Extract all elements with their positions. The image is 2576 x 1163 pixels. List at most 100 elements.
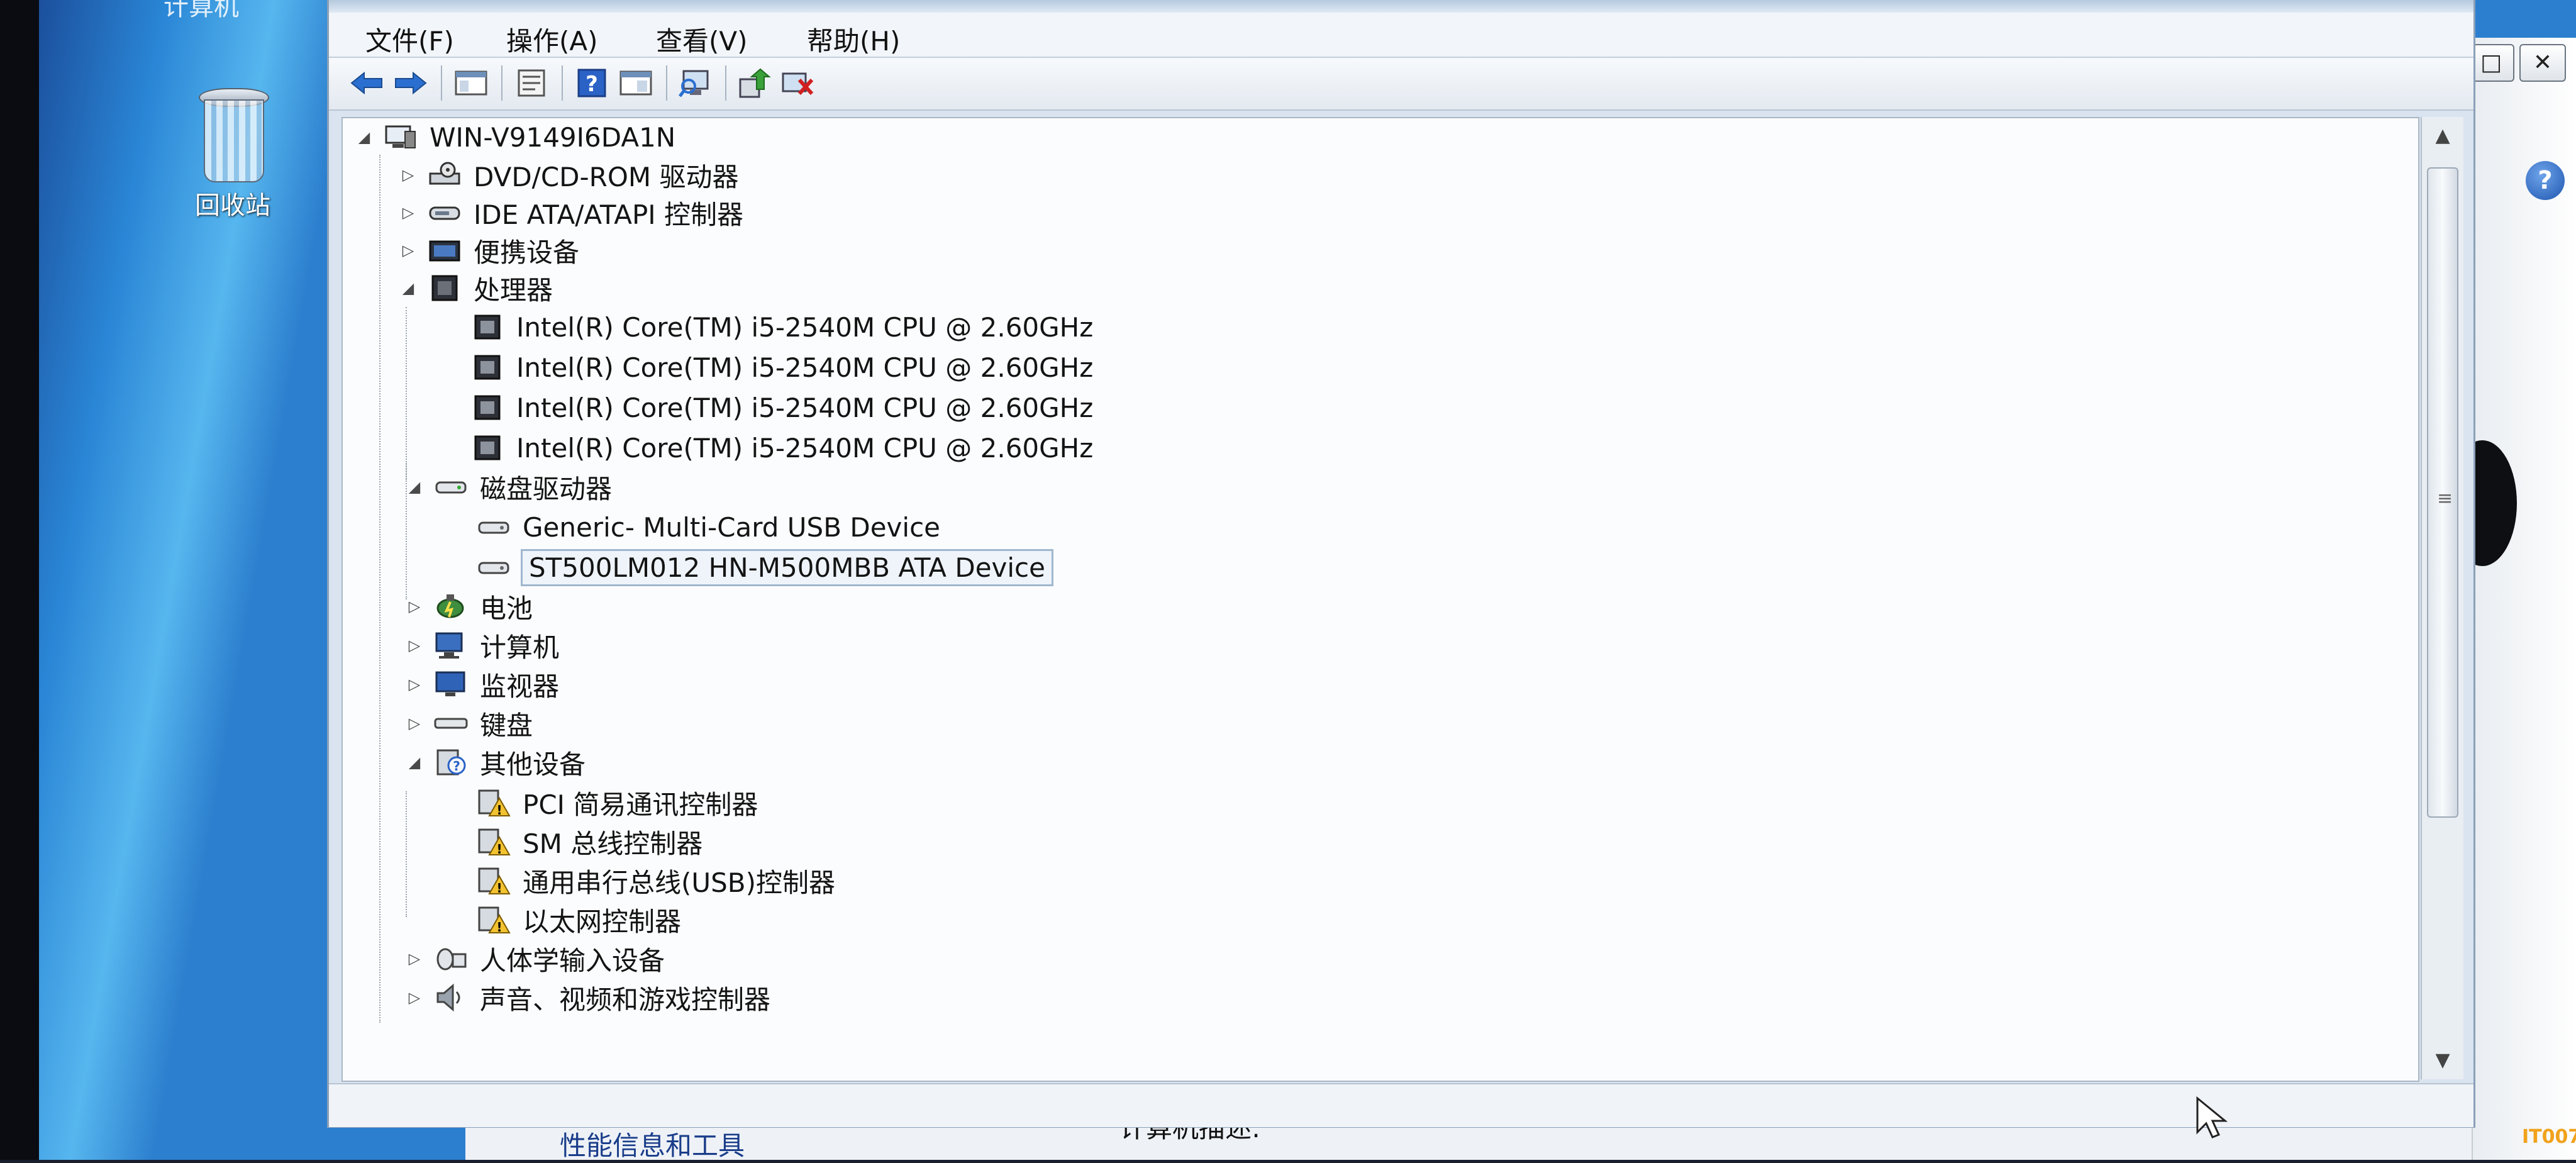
cpu-item[interactable]: Intel(R) Core(TM) i5-2540M CPU @ 2.60GHz — [469, 429, 1093, 467]
root-computer-name: WIN-V9149I6DA1N — [430, 121, 676, 153]
properties-icon[interactable] — [513, 64, 550, 102]
help-icon[interactable]: ? — [573, 64, 611, 102]
other-device-item[interactable]: ! SM 总线控制器 — [475, 823, 702, 860]
tree-item-battery[interactable]: ▷ 电池 — [406, 587, 533, 625]
disk-label: ST500LM012 HN-M500MBB ATA Device — [521, 548, 1053, 586]
scroll-down-arrow[interactable]: ▼ — [2422, 1042, 2463, 1079]
disk-label: Generic- Multi-Card USB Device — [523, 511, 941, 543]
help-icon[interactable]: ? — [2526, 161, 2565, 200]
tree-item-portable[interactable]: ▷ 便携设备 — [399, 231, 579, 269]
dvd-drive-icon — [426, 159, 464, 191]
expand-icon[interactable]: ▷ — [406, 989, 423, 1006]
tree-item-monitor[interactable]: ▷ 监视器 — [406, 665, 559, 703]
vertical-scrollbar[interactable]: ▲ ≡ ▼ — [2421, 117, 2463, 1079]
tree-item-sound[interactable]: ▷ 声音、视频和游戏控制器 — [406, 979, 770, 1016]
computer-icon — [382, 121, 419, 153]
tree-item-ide[interactable]: ▷ IDE ATA/ATAPI 控制器 — [399, 194, 743, 231]
watermark: IT007 — [2522, 1126, 2576, 1148]
collapse-icon[interactable]: ◢ — [406, 478, 423, 496]
portable-device-icon — [426, 235, 464, 266]
tree-root[interactable]: ◢ WIN-V9149I6DA1N — [355, 118, 675, 156]
disk-item-selected[interactable]: ST500LM012 HN-M500MBB ATA Device — [475, 548, 1053, 586]
tree-item-label: 声音、视频和游戏控制器 — [480, 984, 771, 1015]
other-device-item[interactable]: ! PCI 简易通讯控制器 — [475, 784, 758, 821]
tree-item-label: 人体学输入设备 — [480, 945, 665, 976]
processor-icon — [426, 272, 464, 304]
cpu-label: Intel(R) Core(TM) i5-2540M CPU @ 2.60GHz — [516, 311, 1094, 343]
uninstall-icon[interactable] — [779, 64, 817, 102]
tree-item-label: 便携设备 — [474, 236, 580, 268]
other-device-label: SM 总线控制器 — [523, 828, 703, 859]
recycle-bin-label: 回收站 — [195, 191, 270, 220]
scan-hardware-icon[interactable] — [676, 64, 714, 102]
ide-controller-icon — [426, 197, 464, 228]
other-device-item[interactable]: ! 通用串行总线(USB)控制器 — [475, 862, 835, 899]
expand-icon[interactable]: ▷ — [406, 950, 423, 967]
status-bar — [329, 1083, 2473, 1127]
device-tree[interactable]: ◢ WIN-V9149I6DA1N ▷ DVD/CD-ROM 驱动器 ▷ IDE… — [341, 117, 2419, 1082]
menu-view[interactable]: 查看(V) — [650, 18, 754, 61]
expand-icon[interactable]: ▷ — [406, 676, 423, 693]
update-driver-icon[interactable] — [735, 64, 773, 102]
menu-file[interactable]: 文件(F) — [359, 18, 460, 61]
svg-text:!: ! — [496, 842, 502, 857]
expand-icon[interactable]: ▷ — [406, 637, 423, 654]
expand-icon[interactable]: ▷ — [399, 166, 417, 184]
speaker-icon — [432, 982, 470, 1013]
expand-icon[interactable]: ▷ — [399, 242, 417, 259]
collapse-icon[interactable]: ◢ — [406, 754, 423, 771]
back-arrow-icon[interactable] — [348, 64, 386, 102]
collapse-icon[interactable]: ◢ — [355, 128, 373, 146]
menu-help[interactable]: 帮助(H) — [801, 18, 906, 61]
expand-icon[interactable]: ▷ — [406, 598, 423, 615]
hid-icon — [432, 943, 470, 974]
cpu-item[interactable]: Intel(R) Core(TM) i5-2540M CPU @ 2.60GHz — [469, 389, 1093, 426]
cpu-label: Intel(R) Core(TM) i5-2540M CPU @ 2.60GHz — [516, 352, 1094, 383]
cpu-label: Intel(R) Core(TM) i5-2540M CPU @ 2.60GHz — [516, 392, 1094, 423]
cpu-chip-icon — [469, 432, 506, 464]
tree-item-dvd[interactable]: ▷ DVD/CD-ROM 驱动器 — [399, 156, 739, 194]
tree-item-label: 监视器 — [480, 671, 560, 702]
tree-item-computer[interactable]: ▷ 计算机 — [406, 626, 559, 664]
svg-text:!: ! — [496, 920, 502, 935]
cpu-chip-icon — [469, 311, 506, 343]
desktop-icon-computer-label[interactable]: 计算机 — [164, 0, 239, 23]
recycle-bin-desktop-icon[interactable]: 回收站 — [179, 88, 286, 220]
toolbar: ? — [329, 58, 2473, 111]
cpu-chip-icon — [469, 352, 506, 383]
collapse-icon[interactable]: ◢ — [399, 279, 417, 297]
menu-action[interactable]: 操作(A) — [500, 18, 604, 61]
system-window-bottom: 性能信息和工具 计算机描述: — [465, 1113, 2472, 1163]
performance-info-link[interactable]: 性能信息和工具 — [560, 1125, 745, 1163]
other-device-label: PCI 简易通讯控制器 — [523, 789, 758, 820]
close-button[interactable]: ✕ — [2519, 44, 2566, 82]
unknown-device-icon: ? — [432, 747, 470, 778]
tree-item-hid[interactable]: ▷ 人体学输入设备 — [406, 940, 665, 977]
other-device-label: 通用串行总线(USB)控制器 — [523, 867, 835, 898]
other-device-label: 以太网控制器 — [523, 906, 682, 937]
other-device-item[interactable]: ! 以太网控制器 — [475, 901, 681, 938]
tree-item-processor[interactable]: ◢ 处理器 — [399, 269, 553, 307]
tree-item-keyboard[interactable]: ▷ 键盘 — [406, 704, 533, 742]
cpu-item[interactable]: Intel(R) Core(TM) i5-2540M CPU @ 2.60GHz — [469, 308, 1093, 346]
warning-device-icon: ! — [475, 826, 513, 857]
tree-item-label: DVD/CD-ROM 驱动器 — [474, 161, 739, 192]
tree-item-disk[interactable]: ◢ 磁盘驱动器 — [406, 468, 612, 506]
svg-text:!: ! — [496, 881, 502, 896]
warning-device-icon: ! — [475, 865, 513, 896]
expand-icon[interactable]: ▷ — [399, 204, 417, 221]
scroll-up-arrow[interactable]: ▲ — [2422, 117, 2463, 155]
cpu-label: Intel(R) Core(TM) i5-2540M CPU @ 2.60GHz — [516, 432, 1094, 464]
tree-item-other-devices[interactable]: ◢ ? 其他设备 — [406, 743, 586, 781]
tree-item-label: IDE ATA/ATAPI 控制器 — [474, 199, 744, 230]
forward-arrow-icon[interactable] — [392, 64, 430, 102]
expand-icon[interactable]: ▷ — [406, 715, 423, 732]
monitor-icon — [432, 669, 470, 700]
scroll-thumb[interactable]: ≡ — [2427, 167, 2458, 818]
show-hide-icon[interactable] — [617, 64, 655, 102]
disk-item[interactable]: Generic- Multi-Card USB Device — [475, 508, 940, 546]
title-bar[interactable] — [329, 0, 2473, 13]
cpu-item[interactable]: Intel(R) Core(TM) i5-2540M CPU @ 2.60GHz — [469, 348, 1093, 386]
computer-icon — [432, 630, 470, 661]
console-tree-icon[interactable] — [452, 64, 490, 102]
